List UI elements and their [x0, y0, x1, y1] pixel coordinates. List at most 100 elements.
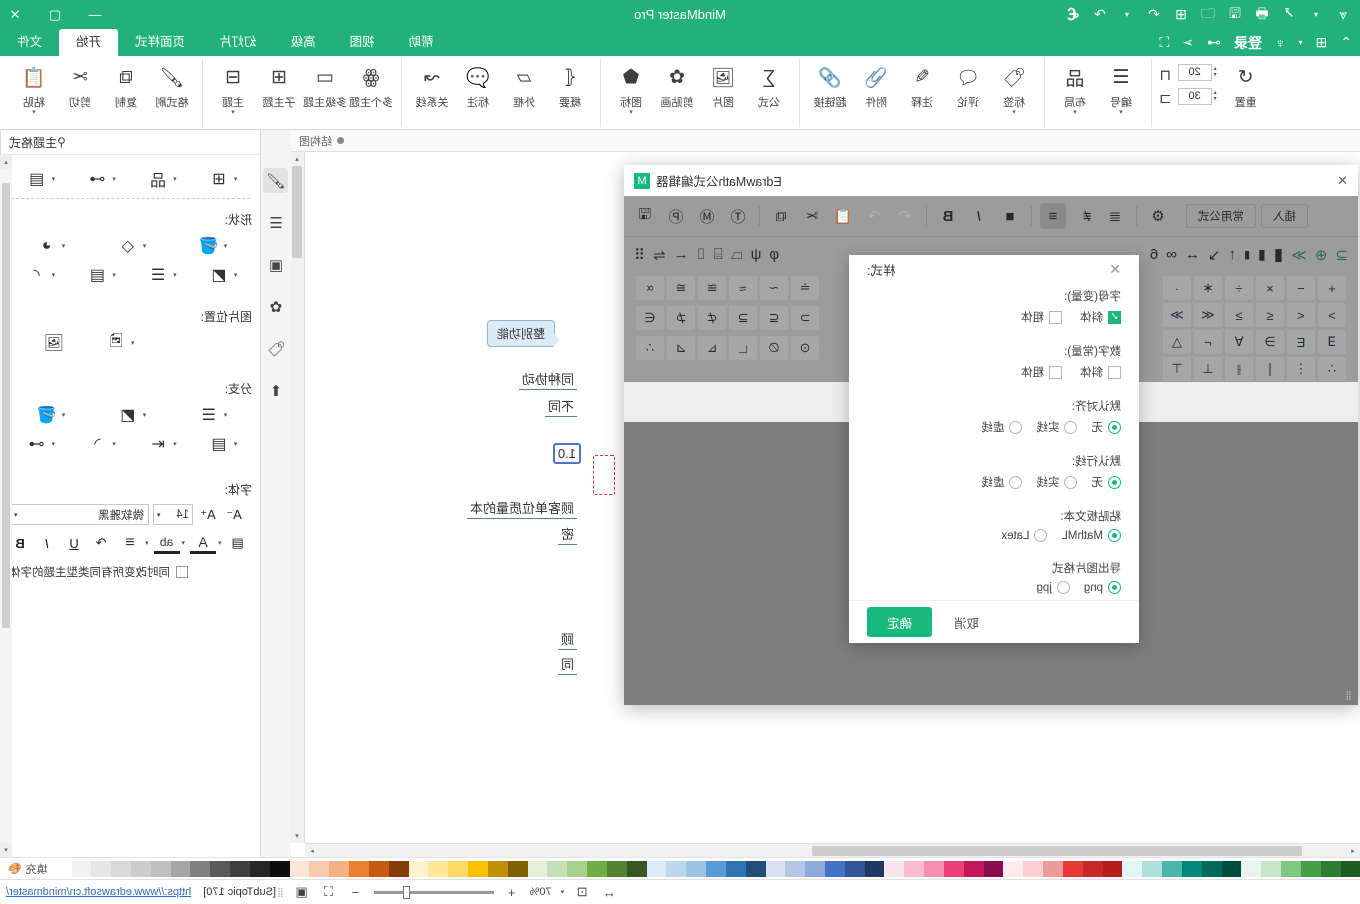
- dock-slide-icon[interactable]: ▣: [264, 252, 289, 277]
- panel-scroll-thumb[interactable]: [2, 183, 10, 628]
- undo-icon[interactable]: ↶: [892, 203, 918, 229]
- box-icon[interactable]: ⌸: [714, 246, 723, 263]
- apps-dropdown-icon[interactable]: ▾: [1299, 38, 1303, 47]
- symbol-cell[interactable]: ∗: [1194, 276, 1222, 300]
- line-none-option[interactable]: 无: [1092, 474, 1121, 490]
- italic-icon[interactable]: I: [966, 203, 992, 229]
- bracket-icon[interactable]: ⌷: [697, 246, 706, 263]
- font-family-select[interactable]: ▾ 微软雅黑: [9, 504, 149, 525]
- fit-width-button[interactable]: ⛶: [320, 883, 338, 901]
- ribbon-icon-library[interactable]: ⬟ 图标 ▾: [608, 59, 654, 116]
- export-png-radio[interactable]: [1108, 581, 1121, 595]
- line-dashed-radio[interactable]: [1009, 475, 1023, 489]
- cancel-button[interactable]: 取消: [948, 612, 985, 633]
- ribbon-note[interactable]: ✎ 注释: [899, 59, 945, 110]
- open-icon[interactable]: 🗀: [1197, 4, 1219, 26]
- color-swatch[interactable]: [349, 860, 369, 877]
- color-swatch[interactable]: [1082, 860, 1103, 877]
- line-solid-radio[interactable]: [1064, 475, 1078, 489]
- symbol-cell[interactable]: ·: [1163, 276, 1191, 300]
- color-swatch[interactable]: [666, 860, 687, 877]
- redo-dropdown-icon[interactable]: ▾: [1116, 4, 1138, 26]
- shape-select-button[interactable]: ◇ ▾: [115, 235, 147, 257]
- symbol-cell[interactable]: ≌: [698, 276, 726, 300]
- line-solid-option[interactable]: 实线: [1037, 474, 1078, 490]
- color-swatch[interactable]: [686, 860, 707, 877]
- customize-qat-icon[interactable]: ⩔: [1332, 4, 1354, 26]
- color-swatch[interactable]: [745, 860, 766, 877]
- color-swatch[interactable]: [1162, 860, 1182, 877]
- font-size-dropdown-icon[interactable]: ▾: [157, 511, 161, 519]
- width-value[interactable]: 20: [1177, 63, 1212, 81]
- color-swatch[interactable]: [884, 860, 905, 877]
- theme-shirt-icon[interactable]: ♆: [1275, 35, 1286, 51]
- align-none-radio[interactable]: [1108, 420, 1121, 434]
- panel-scroll-down[interactable]: ▾: [0, 843, 12, 857]
- topic-node[interactable]: 同种协动: [518, 368, 577, 390]
- symbol-grid-left[interactable]: ∝ ∋ ∴ ≅ ⊄ ⊿ ≌ ⊅ ⊾ ≈ ⊆ ∟ ∽ ⊇ ∅ ≐ ⊂ ⊙: [636, 276, 819, 378]
- shape-branch-button[interactable]: ⊶ ▾: [84, 168, 116, 190]
- branch-curve-button[interactable]: ◝ ▾: [84, 433, 116, 455]
- decrease-font-icon[interactable]: A⁻: [223, 504, 245, 525]
- chevron-down-icon[interactable]: ▾: [224, 411, 228, 419]
- topic-node[interactable]: 顾: [557, 628, 577, 650]
- color-swatch[interactable]: [805, 860, 825, 877]
- symbol-cell[interactable]: ⋮: [1287, 357, 1315, 381]
- export-icon[interactable]: ⭷: [1278, 4, 1300, 26]
- common-formula-button[interactable]: 常用公式: [1186, 204, 1256, 228]
- shape-style-button[interactable]: ▤ ▾: [24, 168, 55, 190]
- formula-settings-dialog[interactable]: 样式: ✕ 字母(变量): 粗体 斜体 ✓ 数字(常量): 粗体 斜体 默认对齐…: [849, 255, 1139, 643]
- number-italic-checkbox[interactable]: [1108, 365, 1121, 379]
- color-swatch[interactable]: [368, 860, 389, 877]
- psi-icon[interactable]: ψ: [751, 246, 762, 263]
- symbol-cell[interactable]: ×: [1256, 276, 1284, 300]
- line-dashed-option[interactable]: 虚线: [982, 474, 1023, 490]
- branch-dash-button[interactable]: ▤ ▾: [206, 433, 237, 455]
- ribbon-paste[interactable]: 📋 粘贴 ▾: [11, 59, 57, 116]
- color-swatch[interactable]: [864, 860, 885, 877]
- chevron-down-icon[interactable]: ▾: [62, 242, 66, 250]
- chevron-down-icon[interactable]: ▾: [234, 271, 238, 279]
- bar-small-icon[interactable]: ▮: [1244, 248, 1250, 261]
- export-jpg-option[interactable]: jpg: [1036, 581, 1070, 595]
- insert-p-icon[interactable]: Ⓟ: [663, 203, 689, 229]
- color-swatch[interactable]: [1261, 860, 1282, 877]
- color-swatches[interactable]: [51, 860, 1360, 877]
- shadow-button[interactable]: ◕ ▾: [34, 235, 66, 257]
- ribbon-clipart[interactable]: ✿ 剪贴画: [654, 59, 700, 110]
- color-swatch[interactable]: [765, 860, 786, 877]
- letter-bold-option[interactable]: 粗体: [1021, 309, 1062, 325]
- color-swatch[interactable]: [448, 860, 469, 877]
- sync-font-row[interactable]: 同时改变所有同类型主题的字体: [9, 564, 252, 580]
- bold-button[interactable]: B: [9, 533, 31, 554]
- color-swatch[interactable]: [983, 860, 1004, 877]
- symbol-cell[interactable]: <: [1318, 303, 1346, 327]
- arrow-left-icon[interactable]: ←: [674, 246, 689, 263]
- color-swatch[interactable]: [51, 860, 72, 877]
- color-swatch[interactable]: [91, 860, 112, 877]
- color-swatch[interactable]: [388, 860, 409, 877]
- symbol-cell[interactable]: ∃: [1318, 330, 1346, 354]
- tab-home[interactable]: 开始: [59, 29, 119, 56]
- symbol-cell[interactable]: ≫: [1194, 303, 1222, 327]
- trapezoid-icon[interactable]: ⏢: [731, 246, 743, 263]
- minimize-button[interactable]: —: [86, 6, 104, 24]
- chevron-down-icon[interactable]: ▾: [32, 109, 36, 116]
- color-swatch[interactable]: [210, 860, 231, 877]
- canvas-horizontal-scrollbar[interactable]: ◂ ▸: [305, 843, 1360, 857]
- ribbon-topic[interactable]: ⊟ 主题 ▾: [210, 59, 256, 116]
- color-swatch[interactable]: [507, 860, 528, 877]
- scroll-right-icon[interactable]: ▸: [305, 844, 319, 857]
- pin-icon[interactable]: ⚲: [57, 135, 66, 149]
- topic-node[interactable]: 密: [557, 523, 577, 545]
- align-dashed-option[interactable]: 虚线: [982, 419, 1023, 435]
- color-swatch[interactable]: [1281, 860, 1301, 877]
- align-dashed-radio[interactable]: [1009, 420, 1023, 434]
- fill-color-button[interactable]: 🪣 ▾: [196, 235, 227, 257]
- dock-clipart-icon[interactable]: ✿: [264, 294, 289, 319]
- symbol-cell[interactable]: +: [1318, 276, 1346, 300]
- zoom-slider-thumb[interactable]: [402, 885, 410, 899]
- save-icon[interactable]: 🖫: [1224, 4, 1246, 26]
- highlight-color-button[interactable]: ab ▾: [153, 532, 185, 554]
- symbol-cell[interactable]: ∟: [729, 336, 757, 360]
